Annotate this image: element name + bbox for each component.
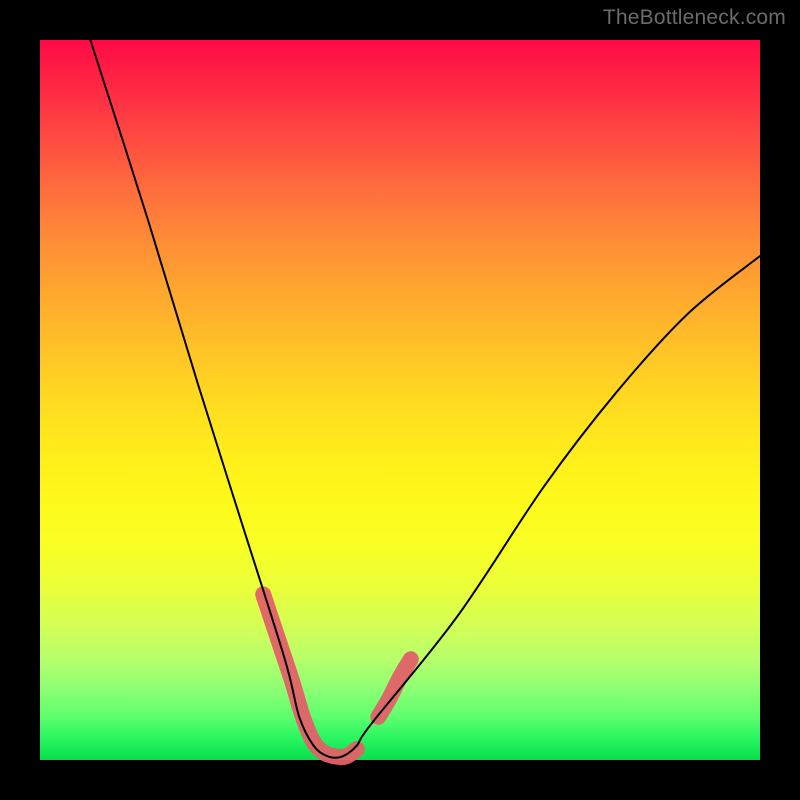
plot-area <box>40 40 760 760</box>
watermark-text: TheBottleneck.com <box>603 6 786 30</box>
highlight-left <box>263 594 357 757</box>
bottleneck-curve <box>90 40 760 758</box>
curve-svg <box>40 40 760 760</box>
chart-frame: TheBottleneck.com <box>0 0 800 800</box>
